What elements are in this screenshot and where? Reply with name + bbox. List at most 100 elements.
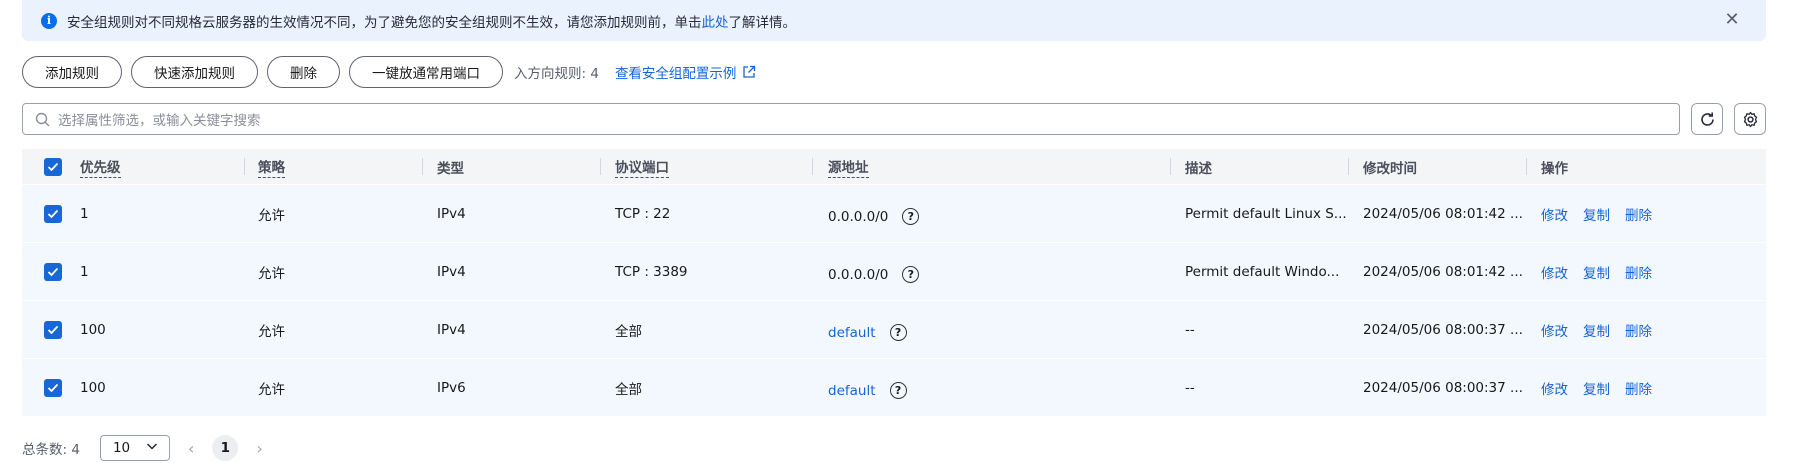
column-divider[interactable] xyxy=(1170,158,1171,175)
col-actions: 操作 xyxy=(1541,160,1568,177)
total-count: 总条数: 4 xyxy=(22,442,80,458)
copy-link[interactable]: 复制 xyxy=(1583,320,1610,340)
checkbox-checked-icon xyxy=(44,320,62,339)
gear-icon xyxy=(1743,111,1757,127)
refresh-icon xyxy=(1700,112,1714,126)
help-icon[interactable]: ? xyxy=(889,324,907,341)
example-link[interactable]: 查看安全组配置示例 xyxy=(615,62,757,82)
type-cell: IPv4 xyxy=(437,205,466,222)
select-all-checkbox[interactable] xyxy=(44,149,62,184)
row-checkbox[interactable] xyxy=(44,185,62,242)
source-link[interactable]: default xyxy=(828,383,876,399)
page-size-value: 10 xyxy=(112,440,131,456)
delete-link[interactable]: 删除 xyxy=(1625,378,1652,398)
modified-cell: 2024/05/06 08:01:42 ... xyxy=(1363,205,1523,222)
search-input[interactable]: 选择属性筛选，或输入关键字搜索 xyxy=(22,103,1680,135)
example-link-label: 查看安全组配置示例 xyxy=(614,66,737,82)
description-cell: Permit default Linux S... xyxy=(1185,205,1347,222)
modified-cell: 2024/05/06 08:01:42 ... xyxy=(1363,263,1523,280)
actions-cell: 修改 复制 删除 xyxy=(1541,359,1667,416)
column-divider[interactable] xyxy=(244,158,245,175)
type-cell: IPv4 xyxy=(437,321,466,338)
notice-banner: i 安全组规则对不同规格云服务器的生效情况不同，为了避免您的安全组规则不生效，请… xyxy=(22,0,1766,41)
actions-cell: 修改 复制 删除 xyxy=(1541,301,1667,358)
copy-link[interactable]: 复制 xyxy=(1583,204,1610,224)
external-link-icon xyxy=(743,65,756,78)
col-source[interactable]: 源地址 xyxy=(828,149,869,184)
search-icon xyxy=(35,112,50,126)
edit-link[interactable]: 修改 xyxy=(1541,262,1568,282)
priority-cell: 1 xyxy=(80,205,89,222)
refresh-button[interactable] xyxy=(1691,103,1723,135)
search-placeholder: 选择属性筛选，或输入关键字搜索 xyxy=(58,113,261,129)
settings-button[interactable] xyxy=(1734,103,1766,135)
col-policy[interactable]: 策略 xyxy=(258,149,285,184)
help-icon[interactable]: ? xyxy=(902,266,920,283)
column-divider[interactable] xyxy=(600,158,601,175)
policy-cell: 允许 xyxy=(258,207,285,224)
col-modified: 修改时间 xyxy=(1363,160,1417,177)
chevron-down-icon xyxy=(146,443,157,450)
source-link[interactable]: default xyxy=(828,325,876,341)
policy-cell: 允许 xyxy=(258,265,285,282)
column-divider[interactable] xyxy=(1526,158,1527,175)
table-row: 1 允许 IPv4 TCP : 22 0.0.0.0/0? Permit def… xyxy=(22,185,1766,243)
inbound-rule-count: 入方向规则: 4 xyxy=(514,66,599,82)
modified-cell: 2024/05/06 08:00:37 ... xyxy=(1363,379,1523,396)
type-cell: IPv6 xyxy=(437,379,466,396)
table-header: 优先级 策略 类型 协议端口 源地址 描述 修改时间 操作 xyxy=(22,149,1766,185)
column-divider[interactable] xyxy=(422,158,423,175)
add-rule-button[interactable]: 添加规则 xyxy=(22,56,122,88)
checkbox-checked-icon xyxy=(44,204,62,223)
col-type: 类型 xyxy=(437,160,464,177)
table-row: 100 允许 IPv4 全部 default? -- 2024/05/06 08… xyxy=(22,301,1766,359)
help-icon[interactable]: ? xyxy=(889,382,907,399)
edit-link[interactable]: 修改 xyxy=(1541,204,1568,224)
pagination: 总条数: 4 10 ‹ 1 › xyxy=(22,433,263,463)
help-icon[interactable]: ? xyxy=(902,208,920,225)
column-divider[interactable] xyxy=(1348,158,1349,175)
source-cell: 0.0.0.0/0? xyxy=(828,188,920,245)
col-protocol-port[interactable]: 协议端口 xyxy=(615,149,669,184)
column-divider[interactable] xyxy=(812,158,813,175)
notice-link[interactable]: 此处 xyxy=(702,15,729,31)
copy-link[interactable]: 复制 xyxy=(1583,378,1610,398)
policy-cell: 允许 xyxy=(258,381,285,398)
toolbar: 添加规则 快速添加规则 删除 一键放通常用端口 入方向规则: 4 查看安全组配置… xyxy=(22,56,756,88)
description-cell: -- xyxy=(1185,321,1195,338)
delete-link[interactable]: 删除 xyxy=(1625,262,1652,282)
edit-link[interactable]: 修改 xyxy=(1541,378,1568,398)
source-cell: 0.0.0.0/0? xyxy=(828,246,920,303)
row-checkbox[interactable] xyxy=(44,359,62,416)
page-size-select[interactable]: 10 xyxy=(99,435,170,461)
delete-link[interactable]: 删除 xyxy=(1625,204,1652,224)
col-description: 描述 xyxy=(1185,160,1212,177)
description-cell: -- xyxy=(1185,379,1195,396)
info-icon: i xyxy=(41,12,57,29)
description-cell: Permit default Windo... xyxy=(1185,263,1340,280)
modified-cell: 2024/05/06 08:00:37 ... xyxy=(1363,321,1523,338)
table-row: 100 允许 IPv6 全部 default? -- 2024/05/06 08… xyxy=(22,359,1766,417)
checkbox-checked-icon xyxy=(44,378,62,397)
policy-cell: 允许 xyxy=(258,323,285,340)
type-cell: IPv4 xyxy=(437,263,466,280)
copy-link[interactable]: 复制 xyxy=(1583,262,1610,282)
priority-cell: 1 xyxy=(80,263,89,280)
close-icon[interactable]: ✕ xyxy=(1722,10,1742,30)
table-row: 1 允许 IPv4 TCP : 3389 0.0.0.0/0? Permit d… xyxy=(22,243,1766,301)
delete-link[interactable]: 删除 xyxy=(1625,320,1652,340)
source-cell: default? xyxy=(828,304,907,361)
open-common-ports-button[interactable]: 一键放通常用端口 xyxy=(349,56,503,88)
row-checkbox[interactable] xyxy=(44,243,62,300)
protocol-port-cell: TCP : 22 xyxy=(615,205,671,222)
row-checkbox[interactable] xyxy=(44,301,62,358)
page-number[interactable]: 1 xyxy=(212,435,239,461)
source-cell: default? xyxy=(828,362,907,419)
delete-button[interactable]: 删除 xyxy=(267,56,340,88)
col-priority[interactable]: 优先级 xyxy=(80,149,121,184)
edit-link[interactable]: 修改 xyxy=(1541,320,1568,340)
actions-cell: 修改 复制 删除 xyxy=(1541,185,1667,242)
protocol-port-cell: 全部 xyxy=(615,323,642,340)
priority-cell: 100 xyxy=(80,321,106,338)
quick-add-rule-button[interactable]: 快速添加规则 xyxy=(131,56,258,88)
